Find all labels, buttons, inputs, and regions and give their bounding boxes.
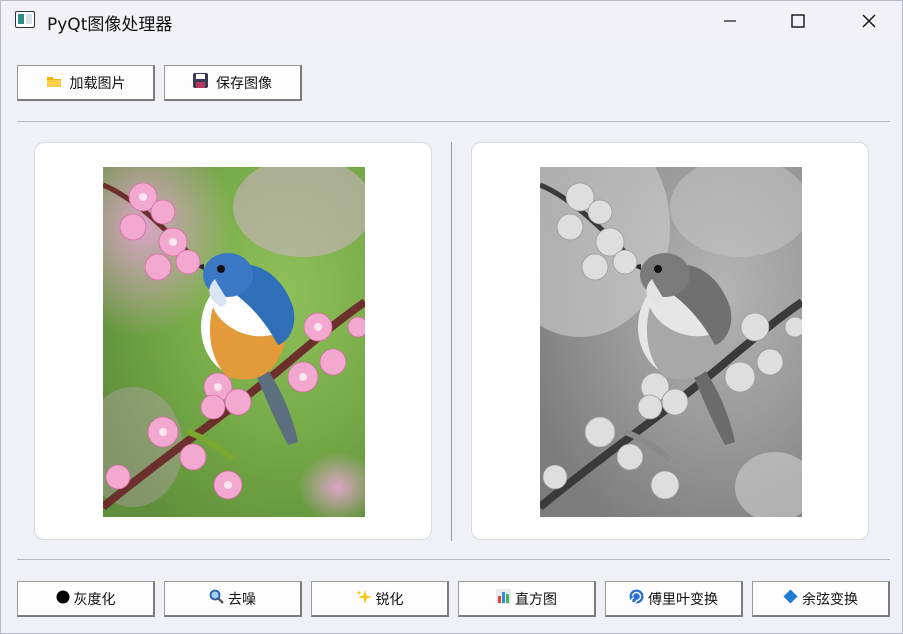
- top-separator: [17, 121, 890, 122]
- maximize-icon: [791, 14, 805, 28]
- processed-image: [540, 167, 802, 517]
- magnifier-icon: [209, 589, 224, 608]
- cosine-transform-label: 余弦变换: [802, 591, 858, 608]
- processed-image-panel: [471, 142, 869, 540]
- title-bar[interactable]: PyQt图像处理器: [1, 1, 902, 41]
- minimize-icon: [724, 20, 736, 22]
- load-image-button[interactable]: 加载图片: [17, 65, 155, 101]
- blue-diamond-icon: [783, 589, 798, 608]
- bottom-separator: [17, 559, 890, 560]
- original-image-panel: [34, 142, 432, 540]
- sharpen-button[interactable]: 锐化: [311, 581, 449, 617]
- fourier-transform-button[interactable]: 傅里叶变换: [605, 581, 743, 617]
- sharpen-label: 锐化: [375, 591, 404, 608]
- grayscale-button[interactable]: 灰度化: [17, 581, 155, 617]
- close-icon: [862, 14, 876, 28]
- close-button[interactable]: [846, 1, 892, 41]
- folder-icon: [46, 74, 62, 92]
- save-image-button[interactable]: 保存图像: [164, 65, 302, 101]
- sparkles-icon: [356, 589, 372, 609]
- minimize-button[interactable]: [707, 1, 753, 41]
- denoise-button[interactable]: 去噪: [164, 581, 302, 617]
- original-image: [103, 167, 365, 517]
- app-icon: [15, 11, 35, 28]
- floppy-disk-icon: [193, 73, 208, 92]
- save-image-label: 保存图像: [216, 75, 272, 92]
- maximize-button[interactable]: [775, 1, 821, 41]
- panel-divider: [451, 142, 452, 541]
- app-window: PyQt图像处理器 加载图片 保存图像 灰度化 去噪 锐化 直方图 傅里叶变换 …: [0, 0, 903, 634]
- histogram-button[interactable]: 直方图: [458, 581, 596, 617]
- load-image-label: 加载图片: [69, 75, 126, 92]
- black-circle-icon: [56, 590, 70, 608]
- cyclone-icon: [629, 589, 644, 608]
- window-title: PyQt图像处理器: [47, 15, 173, 35]
- histogram-label: 直方图: [515, 591, 557, 608]
- fourier-transform-label: 傅里叶变换: [648, 591, 718, 608]
- denoise-label: 去噪: [228, 591, 256, 608]
- grayscale-label: 灰度化: [73, 591, 116, 608]
- bar-chart-icon: [496, 589, 511, 608]
- cosine-transform-button[interactable]: 余弦变换: [752, 581, 890, 617]
